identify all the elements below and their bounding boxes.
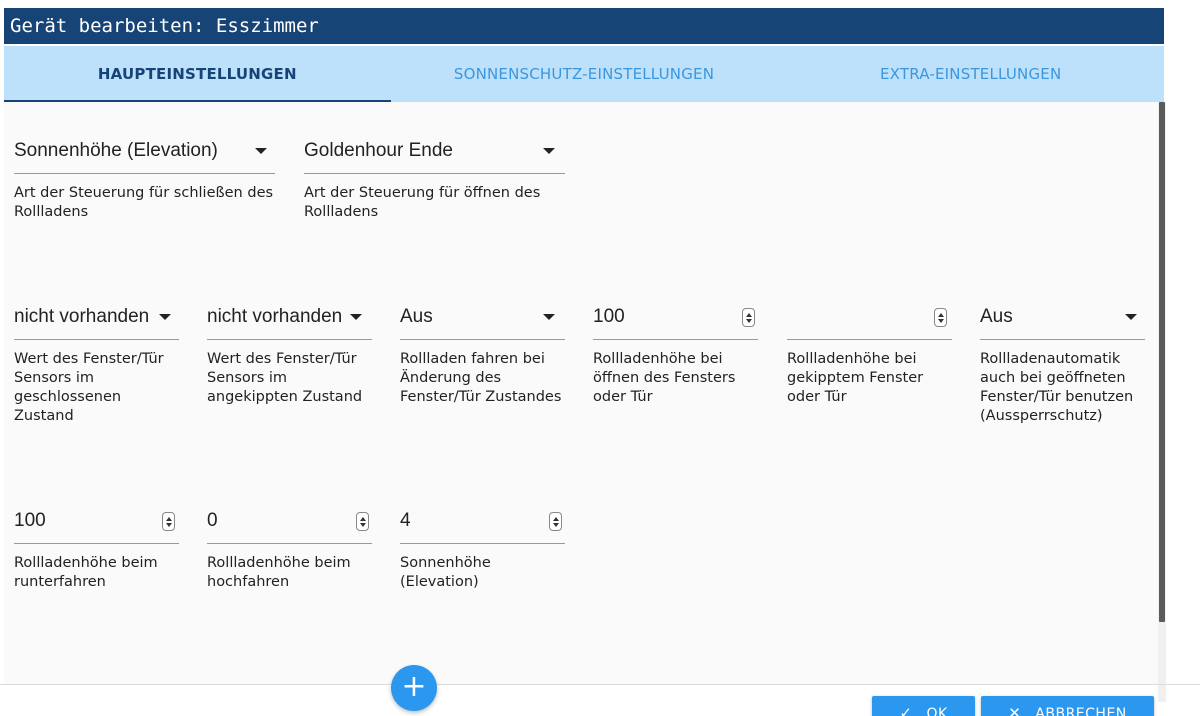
- height-tilted-field: Rollladenhöhe bei gekipptem Fenster oder…: [787, 294, 952, 407]
- lockout-label: Rollladenautomatik auch bei geöffneten F…: [980, 351, 1134, 424]
- close-icon: ✕: [1008, 704, 1022, 716]
- dropdown-caret-icon: [543, 148, 555, 154]
- height-up-field: 0 Rollladenhöhe beim hochfahren: [207, 498, 372, 592]
- lockout-field: Aus Rollladenautomatik auch bei geöffnet…: [980, 294, 1145, 426]
- sensor-closed-select[interactable]: nicht vorhanden: [14, 294, 179, 340]
- height-down-field: 100 Rollladenhöhe beim runterfahren: [14, 498, 179, 592]
- number-spinner-icon[interactable]: [162, 512, 175, 531]
- elevation-input[interactable]: 4: [400, 498, 565, 544]
- height-open-input[interactable]: 100: [593, 294, 758, 340]
- close-control-field: Sonnenhöhe (Elevation) Art der Steuerung…: [14, 128, 275, 222]
- sensor-tilted-value: nicht vorhanden: [207, 306, 343, 327]
- number-spinner-icon[interactable]: [934, 308, 947, 327]
- dialog-title: Gerät bearbeiten: Esszimmer: [4, 8, 1164, 44]
- close-control-select[interactable]: Sonnenhöhe (Elevation): [14, 128, 275, 174]
- sensor-tilted-label: Wert des Fenster/Tür Sensors im angekipp…: [207, 351, 363, 405]
- lockout-select[interactable]: Aus: [980, 294, 1145, 340]
- sensor-tilted-select[interactable]: nicht vorhanden: [207, 294, 372, 340]
- sensor-tilted-field: nicht vorhanden Wert des Fenster/Tür Sen…: [207, 294, 372, 407]
- tab-extra-einstellungen[interactable]: EXTRA-EINSTELLUNGEN: [777, 46, 1164, 102]
- ok-button-label: OK: [926, 706, 948, 716]
- height-up-input[interactable]: 0: [207, 498, 372, 544]
- tab-bar: HAUPTEINSTELLUNGEN SONNENSCHUTZ-EINSTELL…: [4, 46, 1164, 102]
- height-open-value: 100: [593, 306, 625, 327]
- move-on-change-select[interactable]: Aus: [400, 294, 565, 340]
- height-up-value: 0: [207, 510, 218, 531]
- height-down-input[interactable]: 100: [14, 498, 179, 544]
- height-tilted-label: Rollladenhöhe bei gekipptem Fenster oder…: [787, 351, 924, 405]
- open-control-field: Goldenhour Ende Art der Steuerung für öf…: [304, 128, 565, 222]
- dropdown-caret-icon: [543, 314, 555, 320]
- dropdown-caret-icon: [255, 148, 267, 154]
- elevation-label: Sonnenhöhe (Elevation): [400, 555, 491, 590]
- sensor-closed-label: Wert des Fenster/Tür Sensors im geschlos…: [14, 351, 164, 424]
- scrollbar-thumb[interactable]: [1159, 102, 1165, 622]
- footer-divider: [0, 684, 1200, 685]
- ok-button[interactable]: ✓ OK: [872, 696, 975, 716]
- plus-icon: +: [401, 669, 427, 704]
- tab-sonnenschutz-einstellungen[interactable]: SONNENSCHUTZ-EINSTELLUNGEN: [391, 46, 778, 102]
- sensor-closed-field: nicht vorhanden Wert des Fenster/Tür Sen…: [14, 294, 179, 426]
- check-icon: ✓: [899, 704, 913, 716]
- open-control-value: Goldenhour Ende: [304, 140, 453, 161]
- tab-haupteinstellungen[interactable]: HAUPTEINSTELLUNGEN: [4, 46, 391, 102]
- add-button[interactable]: +: [391, 665, 437, 711]
- move-on-change-value: Aus: [400, 306, 433, 327]
- cancel-button-label: ABBRECHEN: [1035, 706, 1127, 716]
- lockout-value: Aus: [980, 306, 1013, 327]
- height-up-label: Rollladenhöhe beim hochfahren: [207, 555, 351, 590]
- close-control-label: Art der Steuerung für schließen des Roll…: [14, 185, 274, 220]
- move-on-change-field: Aus Rollladen fahren bei Änderung des Fe…: [400, 294, 565, 407]
- elevation-value: 4: [400, 510, 411, 531]
- number-spinner-icon[interactable]: [549, 512, 562, 531]
- number-spinner-icon[interactable]: [356, 512, 369, 531]
- height-down-value: 100: [14, 510, 46, 531]
- dropdown-caret-icon: [159, 314, 171, 320]
- open-control-select[interactable]: Goldenhour Ende: [304, 128, 565, 174]
- open-control-label: Art der Steuerung für öffnen des Rolllad…: [304, 185, 541, 220]
- dropdown-caret-icon: [1125, 314, 1137, 320]
- height-down-label: Rollladenhöhe beim runterfahren: [14, 555, 158, 590]
- close-control-value: Sonnenhöhe (Elevation): [14, 140, 218, 161]
- cancel-button[interactable]: ✕ ABBRECHEN: [981, 696, 1154, 716]
- sensor-closed-value: nicht vorhanden: [14, 306, 150, 327]
- height-open-label: Rollladenhöhe bei öffnen des Fensters od…: [593, 351, 736, 405]
- number-spinner-icon[interactable]: [742, 308, 755, 327]
- height-tilted-input[interactable]: [787, 294, 952, 340]
- height-open-field: 100 Rollladenhöhe bei öffnen des Fenster…: [593, 294, 758, 407]
- move-on-change-label: Rollladen fahren bei Änderung des Fenste…: [400, 351, 562, 405]
- elevation-field: 4 Sonnenhöhe (Elevation): [400, 498, 565, 592]
- dropdown-caret-icon: [350, 314, 362, 320]
